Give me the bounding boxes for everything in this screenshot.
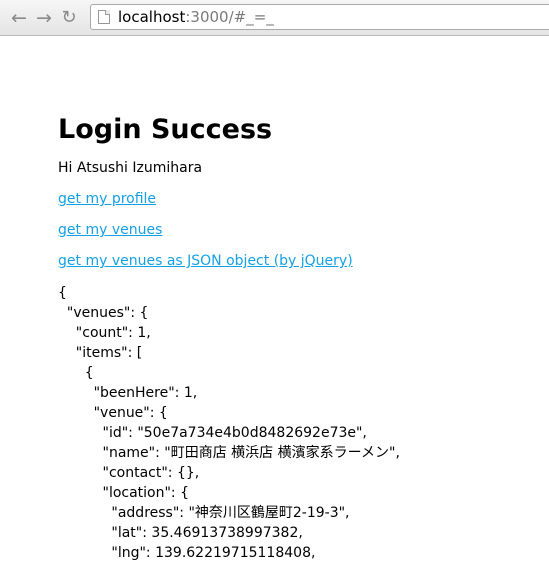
forward-arrow-icon[interactable]: → bbox=[33, 7, 55, 29]
back-arrow-icon[interactable]: ← bbox=[8, 7, 30, 29]
reload-icon[interactable]: ↻ bbox=[58, 7, 80, 29]
json-output: { "venues": { "count": 1, "items": [ { "… bbox=[58, 285, 400, 561]
url-text[interactable]: localhost:3000/#_=_ bbox=[118, 8, 274, 26]
get-my-venues-json-link[interactable]: get my venues as JSON object (by jQuery) bbox=[58, 251, 538, 271]
browser-toolbar: ← → ↻ localhost:3000/#_=_ bbox=[0, 0, 549, 36]
greeting-text: Hi Atsushi Izumihara bbox=[58, 160, 203, 176]
address-bar[interactable]: localhost:3000/#_=_ bbox=[90, 4, 549, 30]
page-content: Login Success Hi Atsushi Izumihara get m… bbox=[58, 112, 538, 563]
url-rest: :3000/#_=_ bbox=[185, 8, 274, 26]
page-icon bbox=[98, 10, 110, 24]
get-my-venues-link[interactable]: get my venues bbox=[58, 220, 538, 240]
url-host: localhost bbox=[118, 8, 186, 26]
page-title: Login Success bbox=[58, 114, 273, 145]
get-my-profile-link[interactable]: get my profile bbox=[58, 189, 538, 209]
